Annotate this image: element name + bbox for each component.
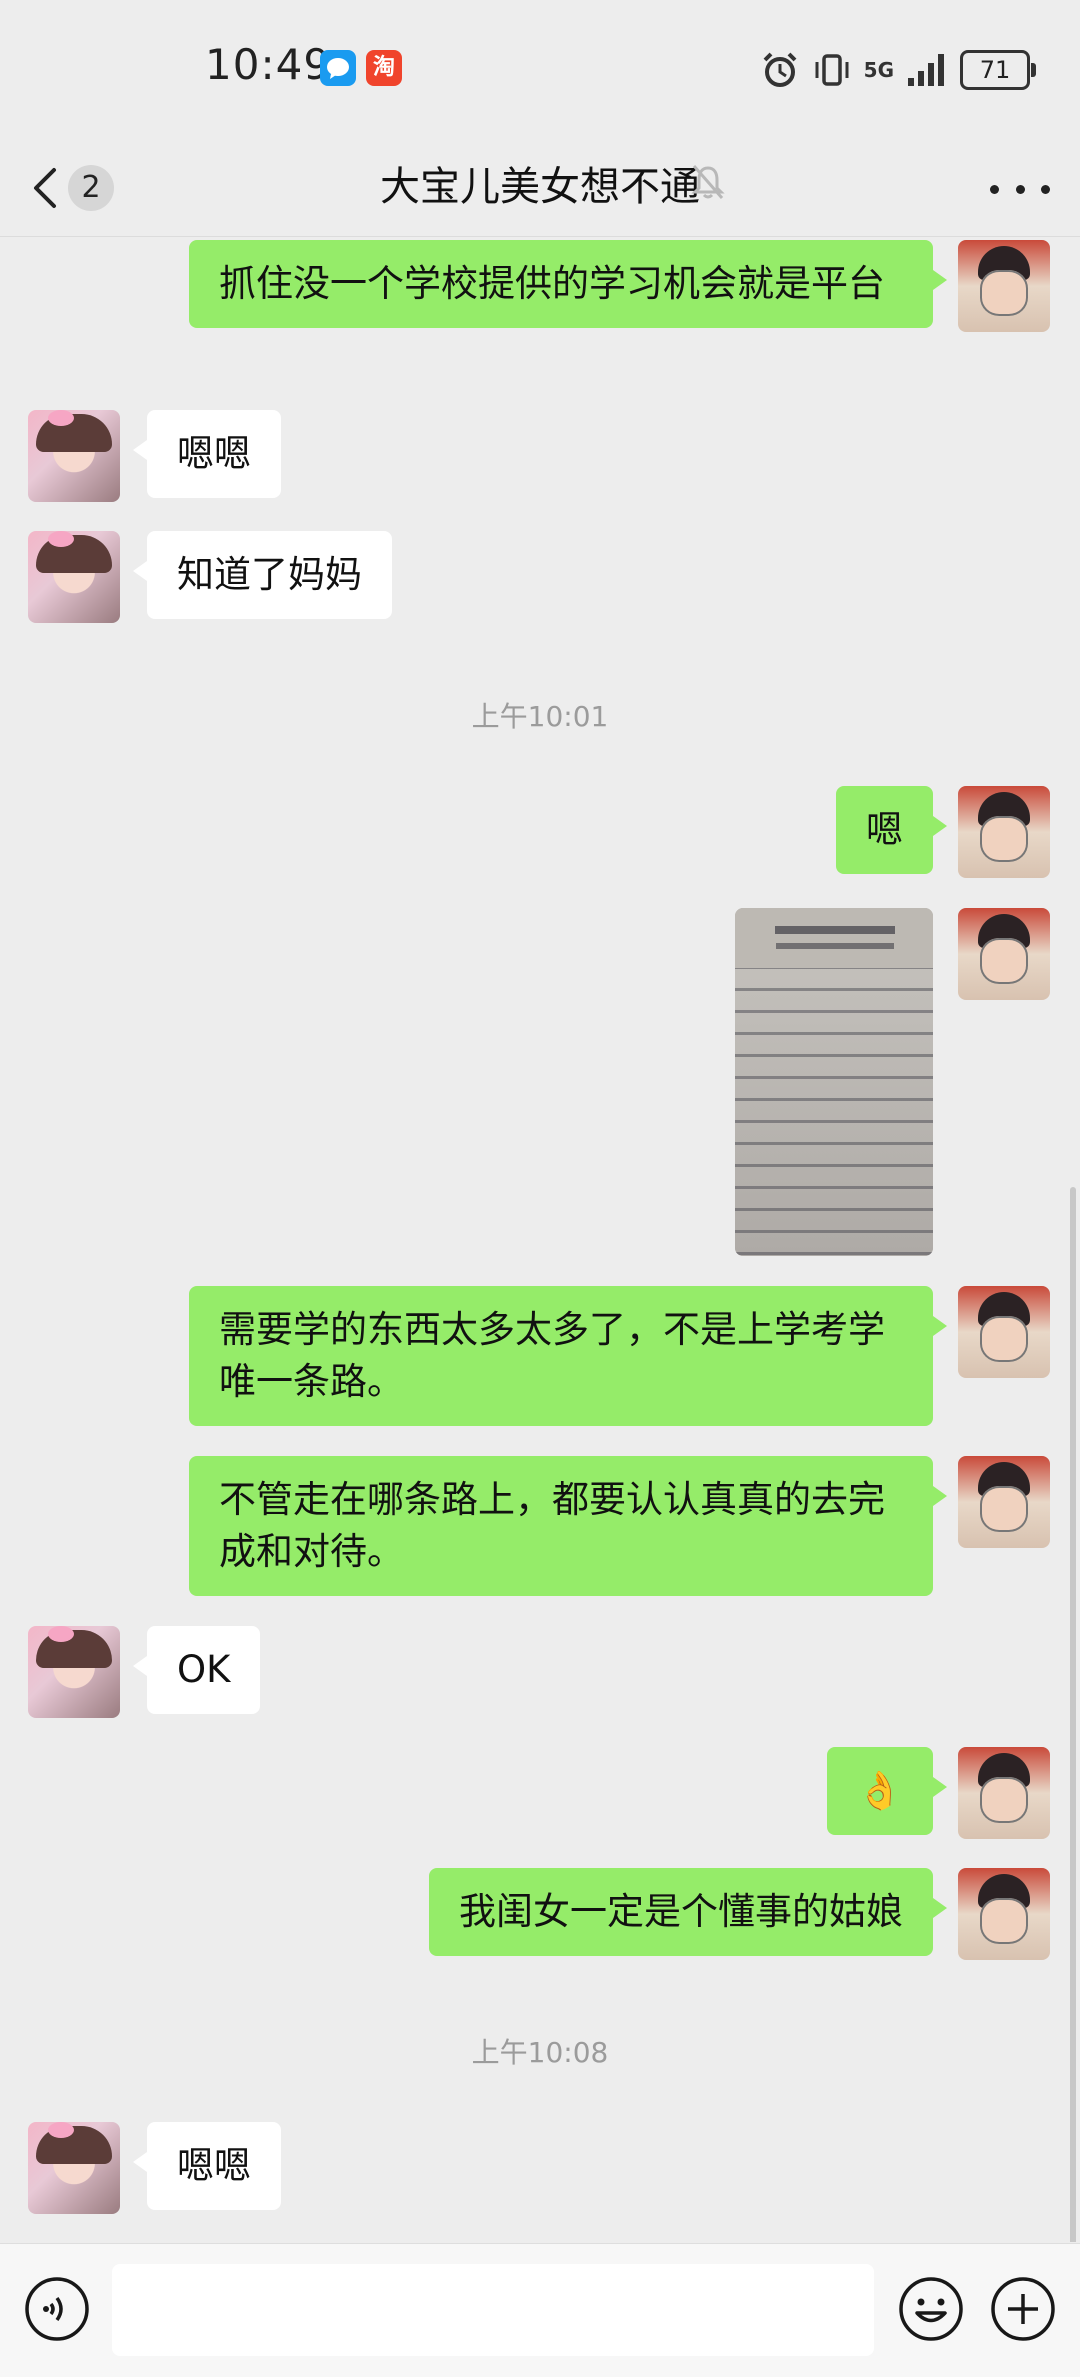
avatar-contact[interactable] <box>28 1626 120 1718</box>
emoji-button[interactable] <box>898 2276 964 2342</box>
message-timestamp: 上午10:01 <box>471 700 609 733</box>
plus-icon <box>991 2277 1055 2341</box>
avatar-self[interactable] <box>958 1747 1050 1839</box>
chat-title: 大宝儿美女想不通 <box>380 164 700 210</box>
avatar-self[interactable] <box>958 1286 1050 1378</box>
dot-icon <box>990 184 999 194</box>
message-bubble-sent[interactable]: 👌 <box>826 1747 948 1835</box>
input-bar <box>0 2243 1080 2377</box>
message-timestamp: 上午10:08 <box>471 2036 609 2069</box>
dot-icon <box>1041 184 1050 194</box>
image-message[interactable] <box>735 908 933 1256</box>
scrollbar[interactable] <box>1070 1187 1076 2242</box>
smiley-icon <box>899 2277 963 2341</box>
message-list[interactable]: 抓住没一个学校提供的学习机会就是平台 嗯嗯 知道了妈妈 上午10:01 嗯 需要… <box>0 237 1080 2242</box>
avatar-contact[interactable] <box>28 2122 120 2214</box>
avatar-self[interactable] <box>958 240 1050 332</box>
status-time: 10:49 <box>205 40 332 89</box>
message-bubble-received[interactable]: 嗯嗯 <box>133 2122 281 2210</box>
chat-bubble-icon <box>320 50 356 86</box>
taobao-icon: 淘 <box>366 50 402 86</box>
battery-indicator: 71 <box>960 50 1036 90</box>
signal-icon <box>908 54 944 86</box>
avatar-self[interactable] <box>958 1456 1050 1548</box>
status-indicators: 5G 71 <box>760 48 1036 92</box>
message-input[interactable] <box>112 2264 874 2356</box>
message-bubble-received[interactable]: 知道了妈妈 <box>133 531 392 619</box>
avatar-self[interactable] <box>958 908 1050 1000</box>
status-bar: 10:49 淘 5G 71 <box>0 0 1080 140</box>
message-bubble-sent[interactable]: 需要学的东西太多太多了，不是上学考学唯一条路。 <box>189 1286 947 1426</box>
avatar-contact[interactable] <box>28 531 120 623</box>
voice-input-button[interactable] <box>24 2276 90 2342</box>
avatar-self[interactable] <box>958 786 1050 878</box>
message-bubble-sent[interactable]: 抓住没一个学校提供的学习机会就是平台 <box>189 240 947 328</box>
mute-bell-icon <box>691 165 725 199</box>
avatar-self[interactable] <box>958 1868 1050 1960</box>
message-bubble-received[interactable]: 嗯嗯 <box>133 410 281 498</box>
network-label: 5G <box>863 58 894 82</box>
chat-header: 2 大宝儿美女想不通 <box>0 140 1080 237</box>
vibrate-icon <box>815 54 849 86</box>
more-actions-button[interactable] <box>990 2276 1056 2342</box>
alarm-icon <box>763 52 797 87</box>
message-bubble-sent[interactable]: 我闺女一定是个懂事的姑娘 <box>429 1868 947 1956</box>
message-bubble-sent[interactable]: 不管走在哪条路上，都要认认真真的去完成和对待。 <box>189 1456 947 1596</box>
book-page-photo <box>735 908 933 1256</box>
voice-icon <box>25 2277 89 2341</box>
message-bubble-received[interactable]: OK <box>132 1626 261 1714</box>
message-bubble-sent[interactable]: 嗯 <box>836 786 947 874</box>
more-options-button[interactable] <box>990 164 1050 214</box>
dot-icon <box>1015 184 1025 194</box>
avatar-contact[interactable] <box>28 410 120 502</box>
